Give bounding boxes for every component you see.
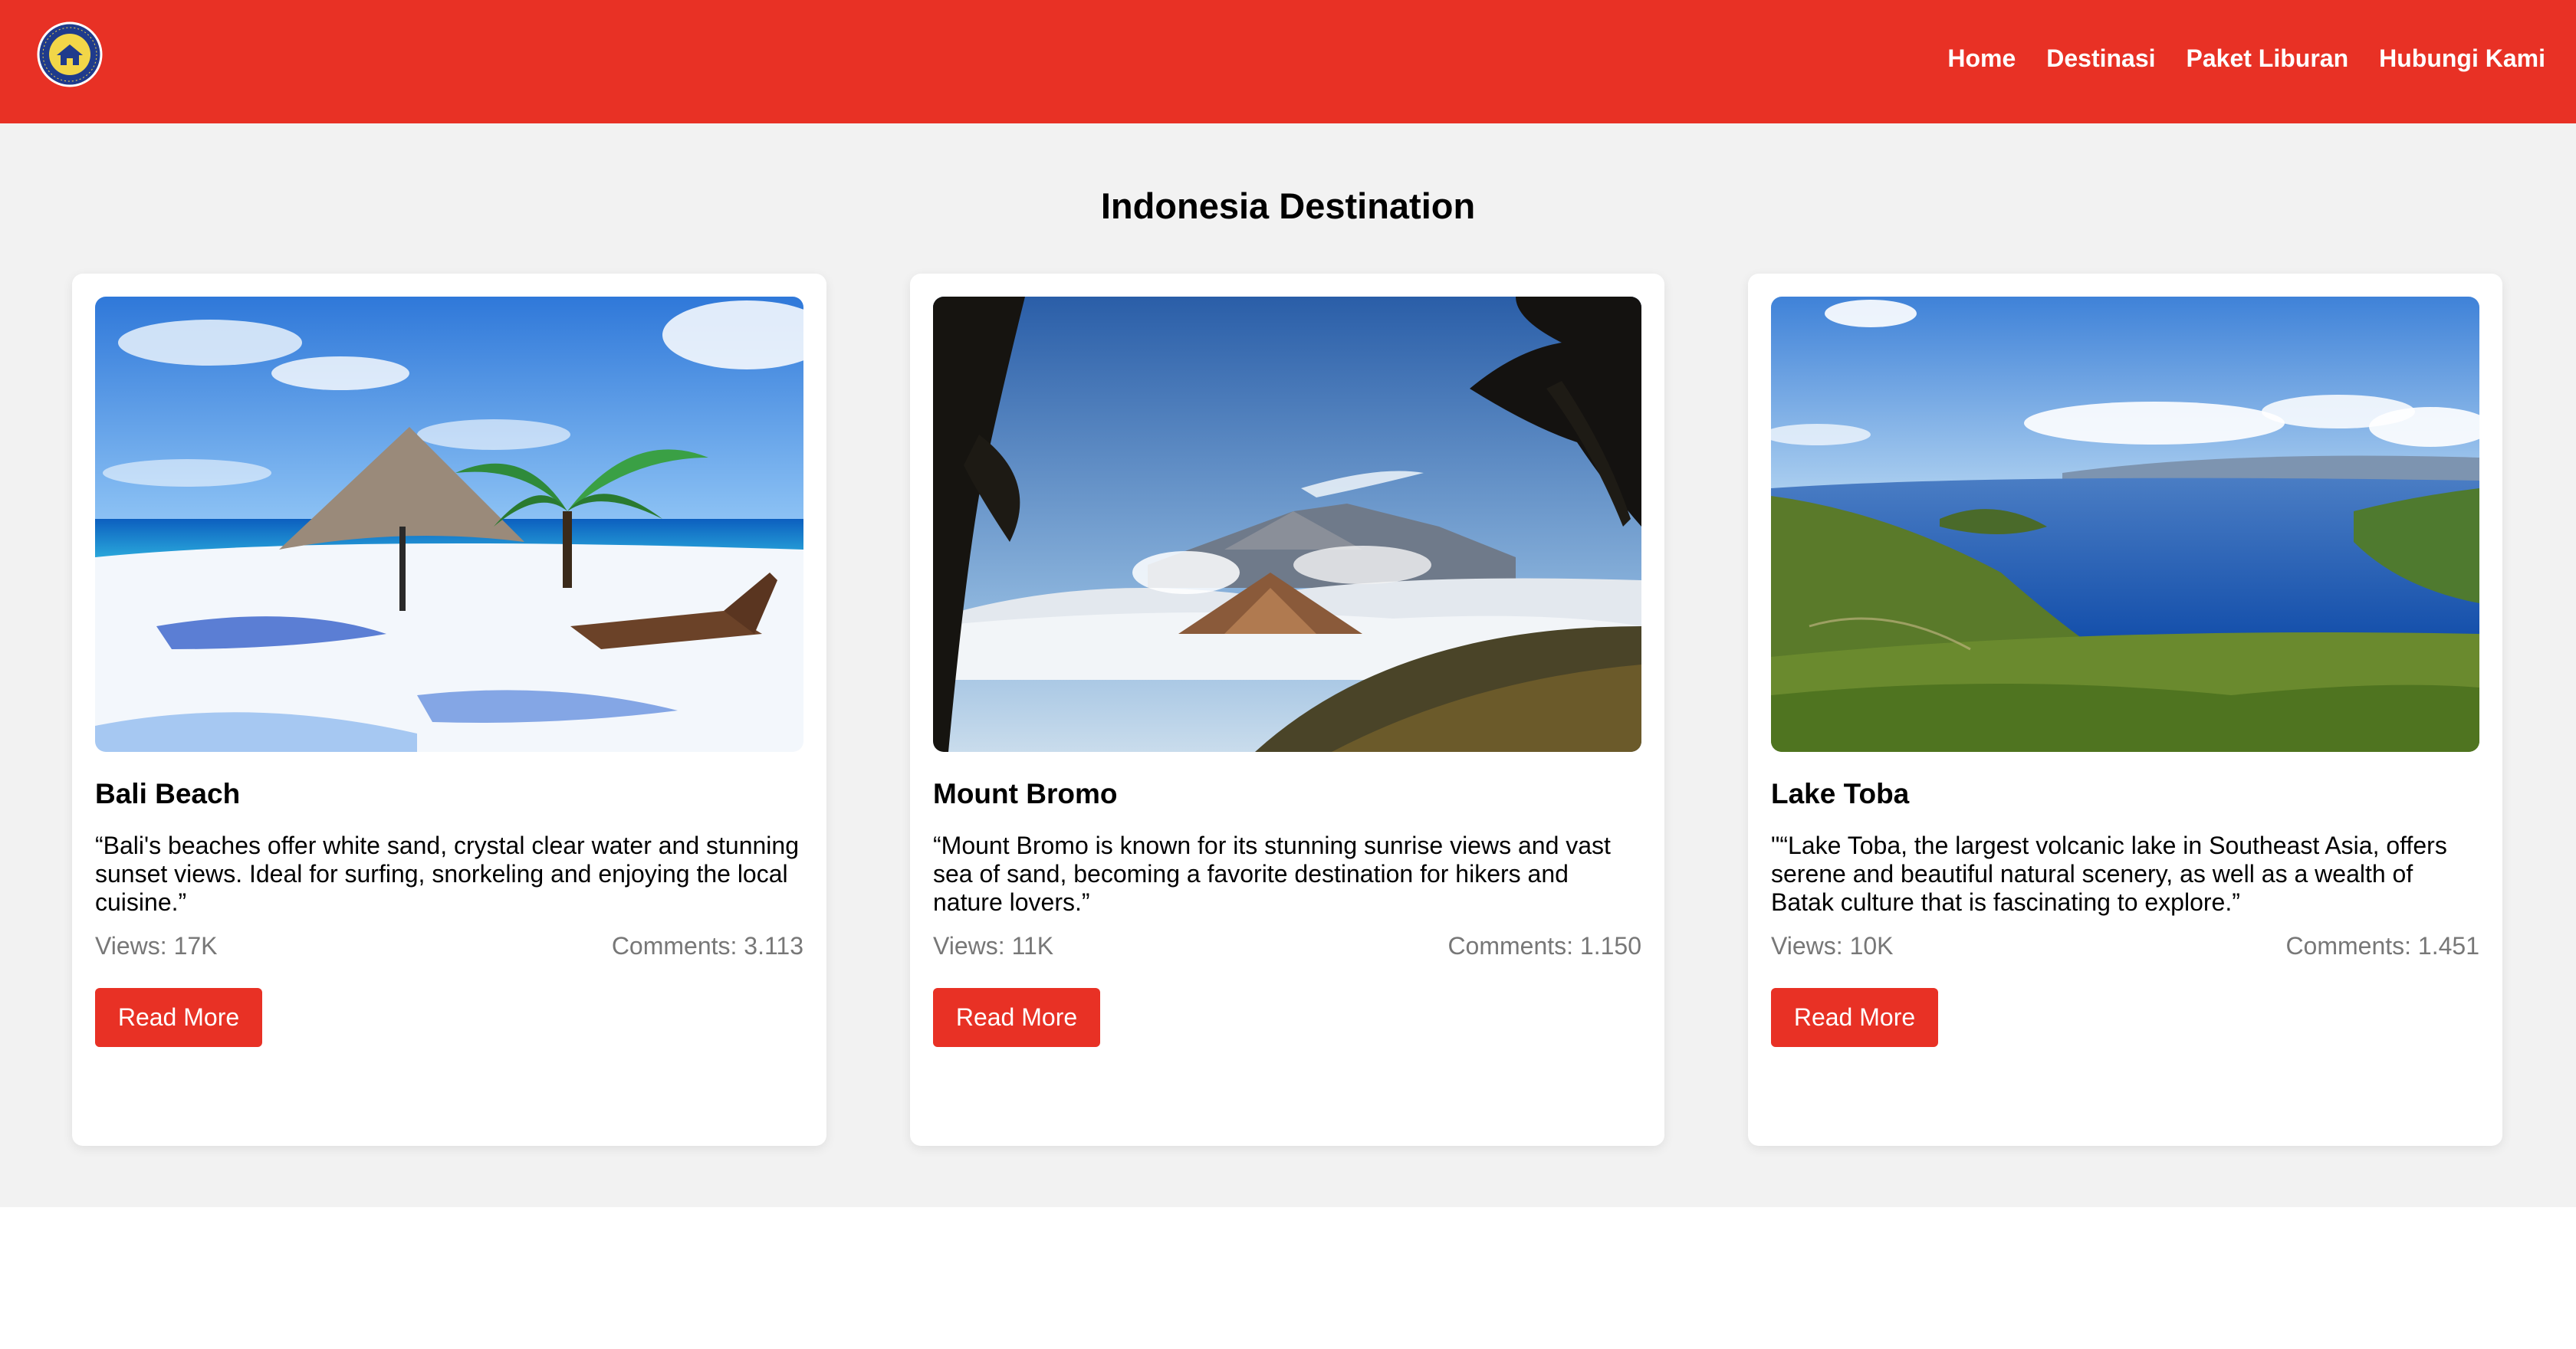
views-count: Views: 17K [95,932,218,960]
destination-card-bali: Bali Beach “Bali's beaches offer white s… [72,274,826,1146]
card-stats: Views: 11K Comments: 1.150 [933,931,1641,960]
destination-card-toba: Lake Toba "“Lake Toba, the largest volca… [1748,274,2502,1146]
card-description: “Mount Bromo is known for its stunning s… [933,832,1611,916]
views-count: Views: 10K [1771,932,1894,960]
read-more-button[interactable]: Read More [933,988,1100,1047]
site-logo[interactable] [37,21,103,87]
views-count: Views: 11K [933,932,1054,960]
read-more-button[interactable]: Read More [1771,988,1938,1047]
comments-count: Comments: 3.113 [611,932,803,960]
card-description: “Bali's beaches offer white sand, crysta… [95,832,799,916]
comments-count: Comments: 1.150 [1447,932,1641,960]
nav-home[interactable]: Home [1947,43,2016,74]
card-title: Lake Toba [1771,778,1910,809]
main-nav: Home Destinasi Paket Liburan Hubungi Kam… [1917,43,2545,74]
nav-paket-liburan[interactable]: Paket Liburan [2187,43,2349,74]
nav-hubungi-kami[interactable]: Hubungi Kami [2379,43,2545,74]
destinations-section: Indonesia Destination Bali Beach “Bali's… [0,123,2576,1207]
read-more-button[interactable]: Read More [95,988,262,1047]
card-title: Bali Beach [95,778,241,809]
bali-beach-image [95,297,803,752]
card-stats: Views: 17K Comments: 3.113 [95,931,803,960]
comments-count: Comments: 1.451 [2285,932,2479,960]
card-stats: Views: 10K Comments: 1.451 [1771,931,2479,960]
navbar: Home Destinasi Paket Liburan Hubungi Kam… [0,0,2576,123]
card-title: Mount Bromo [933,778,1118,809]
mount-bromo-image [933,297,1641,752]
lake-toba-image [1771,297,2479,752]
destination-card-bromo: Mount Bromo “Mount Bromo is known for it… [910,274,1664,1146]
nav-destinasi[interactable]: Destinasi [2046,43,2155,74]
card-description: "“Lake Toba, the largest volcanic lake i… [1771,832,2447,916]
logo-emblem-icon [37,21,103,87]
page-title: Indonesia Destination [1100,185,1476,226]
